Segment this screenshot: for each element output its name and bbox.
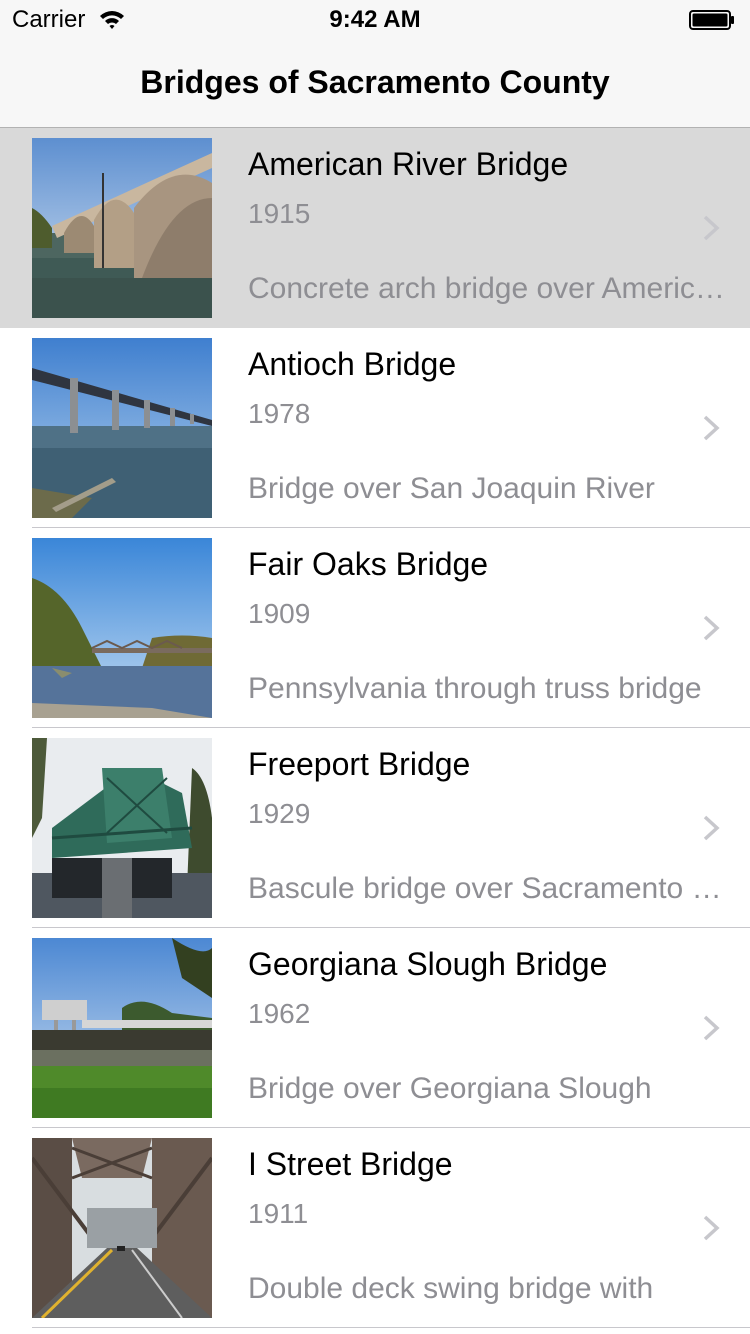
list-item[interactable]: Fair Oaks Bridge 1909 Pennsylvania throu…	[0, 528, 750, 728]
row-separator	[32, 1327, 750, 1328]
bridge-year: 1929	[248, 798, 311, 829]
bridge-year: 1978	[248, 398, 311, 429]
bridge-name: American River Bridge	[248, 146, 569, 182]
bridge-name: Freeport Bridge	[248, 746, 471, 782]
list-item[interactable]: Georgiana Slough Bridge 1962 Bridge over…	[0, 928, 750, 1128]
bridge-description: Bridge over San Joaquin River	[248, 472, 655, 505]
bridge-list[interactable]: American River Bridge 1915 Concrete arch…	[0, 128, 750, 1328]
chevron-right-icon	[703, 215, 720, 241]
bridge-name: I Street Bridge	[248, 1146, 453, 1182]
bridge-year: 1909	[248, 598, 311, 629]
bridge-description: Concrete arch bridge over American River	[248, 272, 726, 305]
bridge-year: 1915	[248, 198, 311, 229]
i-street-bridge-photo	[32, 1138, 212, 1318]
clock: 9:42 AM	[329, 6, 421, 33]
bridge-name: Antioch Bridge	[248, 346, 457, 382]
freeport-bridge-photo	[32, 738, 212, 918]
bridge-name: Fair Oaks Bridge	[248, 546, 489, 582]
bridge-description: Bridge over Georgiana Slough	[248, 1072, 652, 1105]
page-title: Bridges of Sacramento County	[140, 64, 610, 100]
bridge-description: Bascule bridge over Sacramento River	[248, 872, 726, 905]
chevron-right-icon	[703, 615, 720, 641]
navigation-bar: Bridges of Sacramento County	[0, 40, 750, 128]
bridge-description: Double deck swing bridge with	[248, 1272, 654, 1305]
list-item[interactable]: American River Bridge 1915 Concrete arch…	[0, 128, 750, 328]
georgiana-slough-bridge-photo	[32, 938, 212, 1118]
bridge-name: Georgiana Slough Bridge	[248, 946, 608, 982]
bridge-year: 1911	[248, 1198, 309, 1229]
fair-oaks-bridge-photo	[32, 538, 212, 718]
list-item[interactable]: Freeport Bridge 1929 Bascule bridge over…	[0, 728, 750, 928]
bridge-year: 1962	[248, 998, 311, 1029]
list-item[interactable]: Antioch Bridge 1978 Bridge over San Joaq…	[0, 328, 750, 528]
battery-icon	[689, 10, 734, 30]
chevron-right-icon	[703, 1215, 720, 1241]
chevron-right-icon	[703, 815, 720, 841]
chevron-right-icon	[703, 415, 720, 441]
bridge-description: Pennsylvania through truss bridge	[248, 672, 702, 705]
american-river-bridge-photo	[32, 138, 212, 318]
chevron-right-icon	[703, 1015, 720, 1041]
list-item[interactable]: I Street Bridge 1911 Double deck swing b…	[0, 1128, 750, 1328]
antioch-bridge-photo	[32, 338, 212, 518]
status-bar: Carrier 9:42 AM	[0, 0, 750, 40]
